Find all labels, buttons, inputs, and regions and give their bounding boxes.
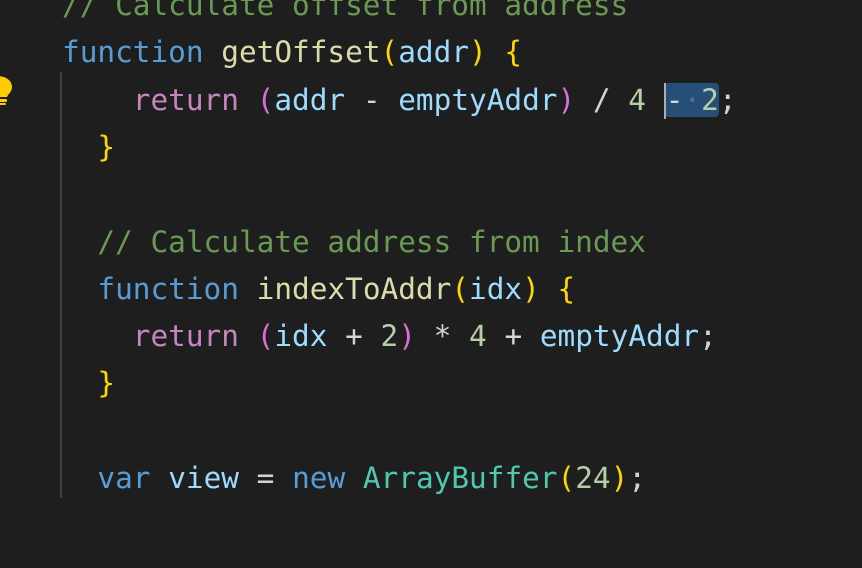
code-token: emptyAddr (539, 319, 700, 354)
code-token: new (292, 461, 346, 495)
code-token: + (486, 319, 540, 354)
code-token: var (97, 461, 151, 495)
code-token: ( (557, 461, 576, 495)
code-token: view (168, 461, 239, 495)
whitespace-marker: · (683, 82, 702, 117)
code-token: ; (718, 82, 737, 117)
code-token: addr (274, 82, 346, 117)
code-token: idx (274, 319, 328, 354)
code-token: getOffset (221, 35, 381, 70)
code-token: { (557, 271, 576, 306)
code-token: 24 (575, 461, 611, 495)
code-token: + (327, 319, 381, 354)
code-token: * (415, 319, 470, 354)
code-token: 4 (628, 82, 646, 117)
code-token: ; (699, 319, 717, 354)
code-token: 4 (469, 319, 487, 354)
code-token: idx (469, 271, 523, 306)
code-token: ; (628, 461, 647, 495)
code-line[interactable]: function indexToAddr(idx) { (62, 266, 575, 313)
code-token: emptyAddr (398, 82, 558, 117)
code-token: ( (451, 271, 470, 306)
lightbulb-icon[interactable] (0, 74, 16, 106)
code-token: ( (256, 82, 275, 117)
code-token: return (132, 319, 239, 354)
code-token: ) (557, 82, 576, 117)
code-line[interactable]: } (62, 124, 115, 171)
code-token: } (97, 129, 116, 164)
code-line[interactable]: } (62, 360, 115, 407)
code-token: ArrayBuffer (362, 461, 558, 495)
code-token: - (345, 82, 399, 117)
code-editor[interactable]: // Calculate offset from address function… (0, 0, 862, 568)
selected-operator: - (665, 82, 684, 117)
code-token: ) (610, 461, 629, 495)
code-token: / (575, 82, 629, 117)
code-token: { (504, 35, 523, 70)
selected-number: 2 (701, 82, 719, 117)
code-token: indexToAddr (256, 271, 452, 306)
code-line[interactable]: function getOffset(addr) { (62, 29, 522, 76)
code-token: ) (398, 319, 416, 354)
code-token: ) (522, 271, 540, 306)
code-line[interactable]: var view = new ArrayBuffer(24); (62, 455, 646, 502)
code-token: ) (469, 35, 487, 70)
code-line[interactable]: return (idx + 2) * 4 + emptyAddr; (62, 313, 717, 360)
code-line[interactable]: return (addr - emptyAddr) / 4 -·2; (62, 77, 737, 124)
code-token: } (97, 366, 116, 401)
code-line[interactable]: // Calculate address from index (62, 219, 646, 266)
code-token: return (132, 82, 239, 117)
code-token: = (238, 461, 293, 495)
code-token: ( (380, 35, 399, 70)
code-token: 2 (380, 319, 399, 354)
code-token: function (62, 35, 204, 70)
code-token: ( (256, 319, 275, 354)
code-line[interactable]: // Calculate offset from address (62, 0, 628, 29)
code-token: function (97, 271, 239, 306)
code-token: // Calculate address from index (97, 224, 646, 259)
code-token: addr (398, 35, 470, 70)
text-selection[interactable]: -·2 (663, 82, 719, 120)
code-token: // Calculate offset from address (62, 0, 629, 22)
